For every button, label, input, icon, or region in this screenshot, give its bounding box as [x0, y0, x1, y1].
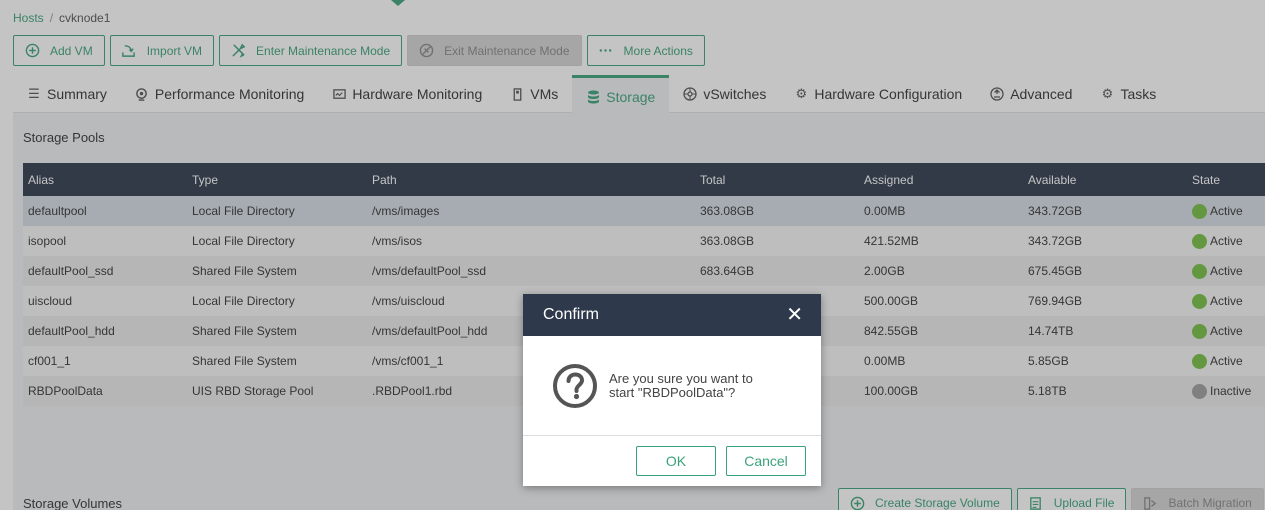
- dialog-message: Are you sure you want to start "RBDPoolD…: [609, 370, 753, 400]
- page: Hosts / cvknode1 Add VM Import VM Enter Ma…: [0, 0, 1265, 510]
- question-circle-icon: [551, 362, 599, 410]
- ok-button[interactable]: OK: [636, 446, 716, 476]
- dialog-header: Confirm ✕: [523, 294, 821, 336]
- dialog-footer: OK Cancel: [523, 436, 821, 486]
- close-icon[interactable]: ✕: [786, 305, 803, 325]
- dialog-body: Are you sure you want to start "RBDPoolD…: [523, 336, 821, 436]
- cancel-button[interactable]: Cancel: [726, 446, 806, 476]
- confirm-dialog: Confirm ✕ Are you sure you want to start…: [523, 294, 821, 486]
- dialog-title: Confirm: [543, 306, 600, 323]
